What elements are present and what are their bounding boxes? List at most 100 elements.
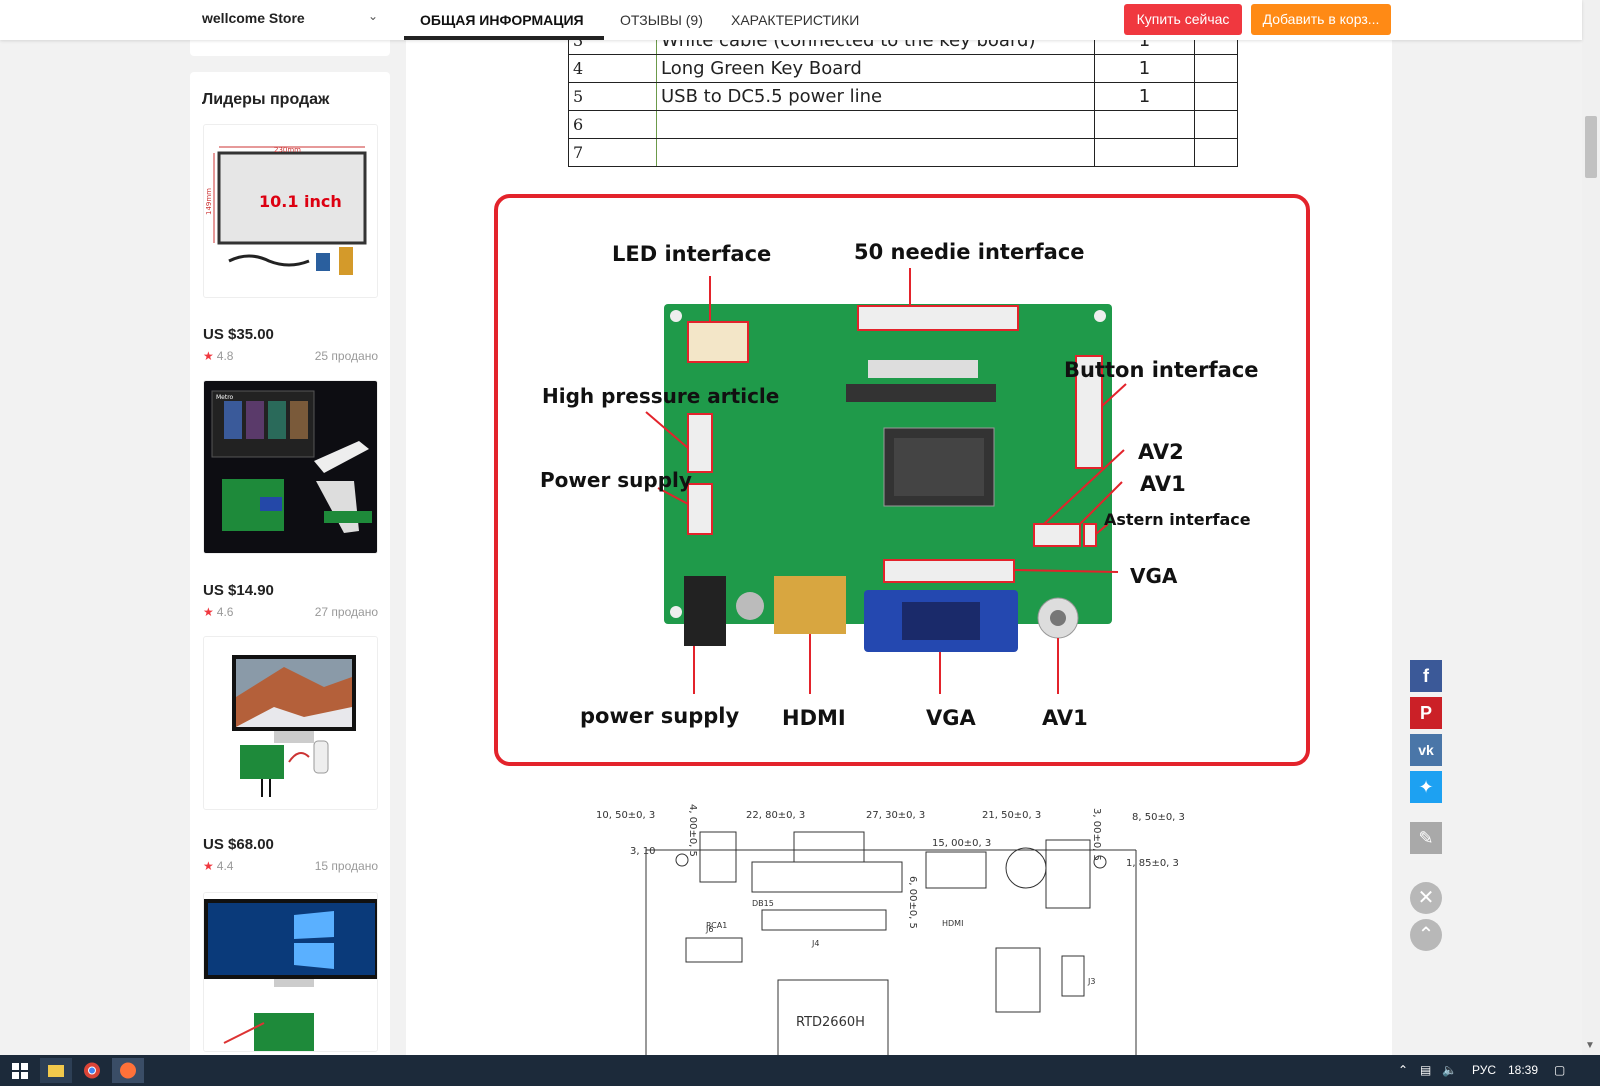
dim-label: 21, 50±0, 3 bbox=[982, 810, 1041, 821]
item-name bbox=[656, 138, 1095, 167]
notifications-icon[interactable]: ▢ bbox=[1554, 1063, 1565, 1077]
tab-reviews[interactable]: ОТЗЫВЫ (9) bbox=[620, 12, 703, 28]
product-image-hdmi-display[interactable] bbox=[203, 636, 378, 810]
dim-label: 8, 50±0, 3 bbox=[1132, 812, 1185, 823]
vertical-scrollbar[interactable]: ▼ bbox=[1582, 0, 1600, 1055]
add-to-cart-button[interactable]: Добавить в корз... bbox=[1251, 4, 1391, 35]
store-name[interactable]: wellcome Store bbox=[202, 10, 305, 26]
item-name: Long Green Key Board bbox=[656, 54, 1095, 83]
scroll-top-icon[interactable]: ⌃ bbox=[1410, 919, 1442, 951]
item-qty: 1 bbox=[1094, 82, 1195, 111]
scroll-thumb[interactable] bbox=[1585, 116, 1597, 178]
label-50-needle-interface: 50 needie interface bbox=[854, 240, 1085, 264]
start-icon[interactable] bbox=[4, 1058, 36, 1083]
windows-display-image bbox=[204, 893, 377, 1051]
part-label: J3 bbox=[1087, 977, 1095, 986]
dim-label: 4, 00±0, 5 bbox=[687, 804, 698, 857]
volume-icon[interactable]: 🔈 bbox=[1442, 1063, 1457, 1077]
active-tab-indicator bbox=[404, 36, 604, 40]
dim-label: 10, 50±0, 3 bbox=[596, 810, 655, 821]
scroll-down-icon[interactable]: ▼ bbox=[1585, 1040, 1595, 1051]
label-high-pressure: High pressure article bbox=[542, 384, 780, 408]
item-name bbox=[656, 110, 1095, 139]
drawing-lines: 10, 50±0, 3 3, 10 22, 80±0, 3 27, 30±0, … bbox=[596, 804, 1185, 1055]
star-icon: ★ bbox=[203, 605, 214, 619]
label-button-interface: Button interface bbox=[1064, 358, 1259, 382]
product-image-windows-display[interactable] bbox=[203, 892, 378, 1052]
empty-cell bbox=[1194, 138, 1238, 167]
product-rating: ★ 4.6 bbox=[203, 605, 233, 619]
label-vga-right: VGA bbox=[1130, 564, 1178, 588]
dim-label: 3, 10 bbox=[630, 846, 655, 857]
row-number: 6 bbox=[568, 110, 657, 139]
top-bar: wellcome Store ⌄ ОБЩАЯ ИНФОРМАЦИЯ ОТЗЫВЫ… bbox=[0, 0, 1582, 40]
item-name: USB to DC5.5 power line bbox=[656, 82, 1095, 111]
label-av1-bottom: AV1 bbox=[1042, 706, 1088, 730]
label-av1-top: AV1 bbox=[1140, 472, 1186, 496]
part-label: HDMI bbox=[942, 919, 963, 928]
package-contents-table: 3 White cable (connected to the key board… bbox=[568, 40, 1238, 167]
taskbar: ⌃ ▤ 🔈 РУС 18:39 ▢ bbox=[0, 1055, 1600, 1086]
vk-icon[interactable]: vk bbox=[1410, 734, 1442, 766]
dim-label: 6, 00±0, 5 bbox=[907, 876, 918, 929]
hdmi-display-image bbox=[232, 655, 356, 797]
product-price[interactable]: US $68.00 bbox=[203, 836, 274, 853]
label-power-supply-top: Power supply bbox=[540, 468, 692, 492]
tray-chevron-icon[interactable]: ⌃ bbox=[1398, 1063, 1408, 1077]
file-explorer-icon[interactable] bbox=[40, 1058, 72, 1083]
label-vga-bottom: VGA bbox=[926, 706, 976, 730]
part-label: J4 bbox=[811, 939, 819, 948]
part-label: J6 bbox=[705, 925, 713, 934]
close-icon[interactable]: ✕ bbox=[1410, 882, 1442, 914]
tab-general-info[interactable]: ОБЩАЯ ИНФОРМАЦИЯ bbox=[420, 12, 584, 28]
table-row: 3 White cable (connected to the key board… bbox=[568, 40, 1238, 55]
rating-value: 4.8 bbox=[216, 349, 234, 363]
label-hdmi: HDMI bbox=[782, 706, 846, 730]
facebook-icon[interactable]: f bbox=[1410, 660, 1442, 692]
chip-label: RTD2660H bbox=[796, 1015, 865, 1030]
row-number: 5 bbox=[568, 82, 657, 111]
label-av2: AV2 bbox=[1138, 440, 1184, 464]
product-description: 3 White cable (connected to the key board… bbox=[406, 40, 1392, 1055]
clock[interactable]: 18:39 bbox=[1508, 1063, 1538, 1077]
touch-panel-image: 230mm 149mm 10.1 inch bbox=[205, 146, 367, 275]
row-number: 3 bbox=[568, 40, 657, 55]
product-image-touch-panel[interactable]: 230mm 149mm 10.1 inch bbox=[203, 124, 378, 298]
bestsellers-title: Лидеры продаж bbox=[202, 91, 330, 108]
rating-value: 4.4 bbox=[216, 859, 234, 873]
dim-label: 15, 00±0, 3 bbox=[932, 838, 991, 849]
edit-icon[interactable]: ✎ bbox=[1410, 822, 1442, 854]
product-price[interactable]: US $35.00 bbox=[203, 326, 274, 343]
size-label: 10.1 inch bbox=[259, 192, 342, 211]
part-label: DB15 bbox=[752, 899, 774, 908]
network-icon[interactable]: ▤ bbox=[1420, 1063, 1431, 1077]
product-sold-count: 27 продано bbox=[314, 605, 378, 619]
product-image-display-kit[interactable]: Metro bbox=[203, 380, 378, 554]
firefox-icon[interactable] bbox=[112, 1058, 144, 1083]
empty-cell bbox=[1194, 54, 1238, 83]
row-number: 4 bbox=[568, 54, 657, 83]
dim-label: 1, 85±0, 3 bbox=[1126, 858, 1179, 869]
dim-label: 22, 80±0, 3 bbox=[746, 810, 805, 821]
twitter-icon[interactable]: ✦ bbox=[1410, 771, 1442, 803]
product-sold-count: 15 продано bbox=[314, 859, 378, 873]
row-number: 7 bbox=[568, 138, 657, 167]
product-sold-count: 25 продано bbox=[314, 349, 378, 363]
tab-specifications[interactable]: ХАРАКТЕРИСТИКИ bbox=[731, 12, 859, 28]
display-kit-image: Metro bbox=[204, 381, 377, 553]
chrome-icon[interactable] bbox=[76, 1058, 108, 1083]
dim-width-label: 230mm bbox=[274, 146, 301, 154]
metro-label: Metro bbox=[216, 394, 234, 401]
pinterest-icon[interactable]: P bbox=[1410, 697, 1442, 729]
table-row: 4 Long Green Key Board 1 bbox=[568, 54, 1238, 83]
buy-now-button[interactable]: Купить сейчас bbox=[1124, 4, 1242, 35]
star-icon: ★ bbox=[203, 859, 214, 873]
empty-cell bbox=[1194, 110, 1238, 139]
language-indicator[interactable]: РУС bbox=[1472, 1063, 1496, 1077]
dim-label: 27, 30±0, 3 bbox=[866, 810, 925, 821]
rating-value: 4.6 bbox=[216, 605, 234, 619]
product-price[interactable]: US $14.90 bbox=[203, 582, 274, 599]
label-power-supply-bottom: power supply bbox=[580, 704, 740, 728]
dim-label: 3, 00±0, 5 bbox=[1091, 808, 1102, 861]
chevron-down-icon[interactable]: ⌄ bbox=[368, 9, 378, 23]
